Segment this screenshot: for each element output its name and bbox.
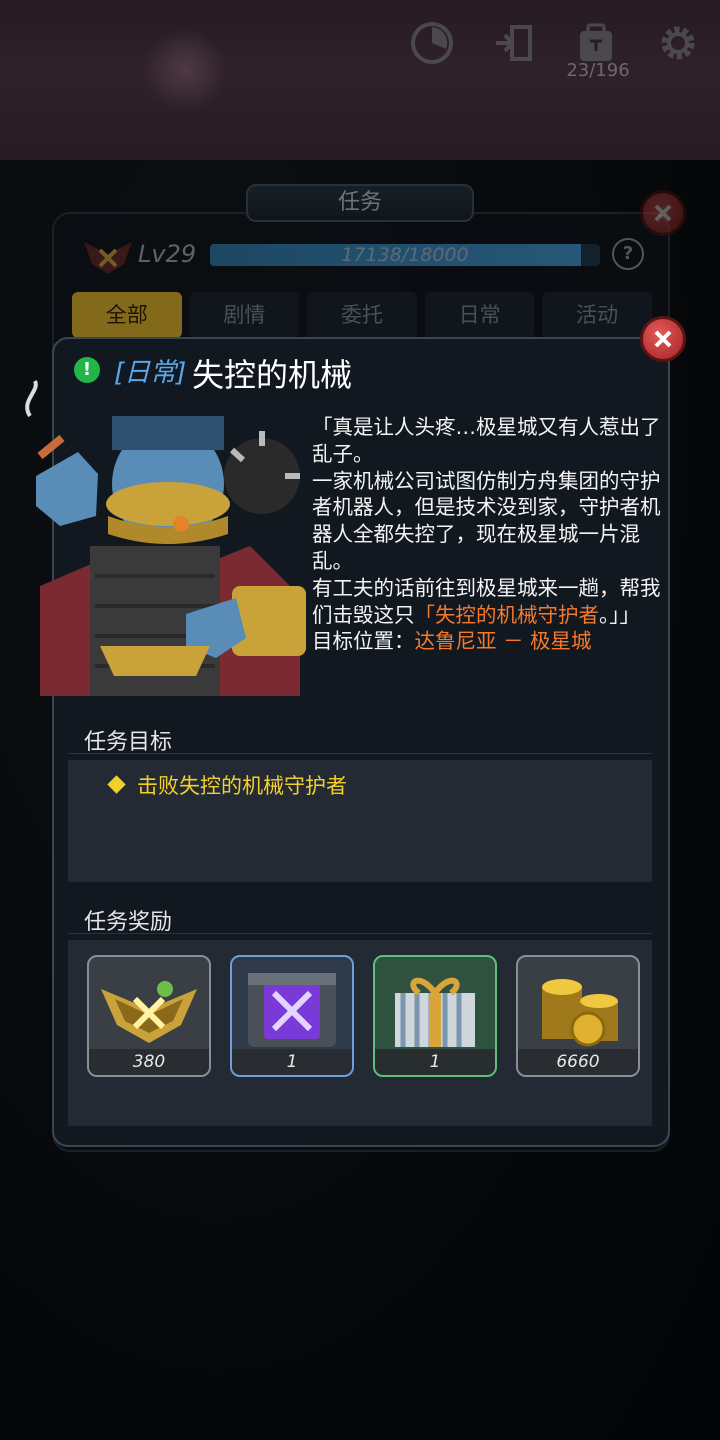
location-value[interactable]: 达鲁尼亚 － 极星城	[415, 629, 592, 653]
story-paragraph-end: 。」」	[599, 602, 640, 627]
quest-story: 「真是让人头疼…极星城又有人惹出了乱子。 一家机械公司试图仿制方舟集团的守护者机…	[312, 414, 662, 655]
objective-heading: 任务目标	[84, 730, 173, 755]
divider	[68, 753, 652, 754]
divider	[68, 933, 652, 934]
diamond-bullet-icon	[107, 775, 126, 794]
story-highlight: 「失控的机械守护者	[414, 602, 600, 627]
location-label: 目标位置：	[312, 629, 415, 654]
reward-gift[interactable]: 1	[373, 955, 497, 1077]
close-icon	[654, 330, 672, 348]
purple-crate-icon	[248, 973, 336, 1047]
objective-text: 击败失控的机械守护者	[137, 774, 347, 798]
story-paragraph: 一家机械公司试图仿制方舟集团的守护者机器人，但是技术没到家，守护者机器人全都失控…	[312, 468, 661, 573]
reward-exp[interactable]: 380	[87, 955, 211, 1077]
reward-qty: 1	[232, 1049, 352, 1075]
exp-medal-icon	[101, 981, 197, 1043]
gift-box-icon	[395, 977, 475, 1047]
close-detail-button[interactable]	[640, 316, 686, 362]
reward-qty: 1	[375, 1049, 495, 1075]
reward-heading: 任务奖励	[84, 910, 173, 935]
reward-gold[interactable]: 6660	[516, 955, 640, 1077]
objective-item: 击败失控的机械守护者	[106, 770, 347, 800]
gold-coins-icon	[542, 979, 618, 1047]
reward-qty: 380	[89, 1049, 209, 1075]
story-paragraph: 「真是让人头疼…极星城又有人惹出了乱子。	[312, 415, 661, 466]
reward-qty: 6660	[518, 1049, 638, 1075]
reward-crate[interactable]: 1	[230, 955, 354, 1077]
npc-portrait	[25, 380, 306, 696]
